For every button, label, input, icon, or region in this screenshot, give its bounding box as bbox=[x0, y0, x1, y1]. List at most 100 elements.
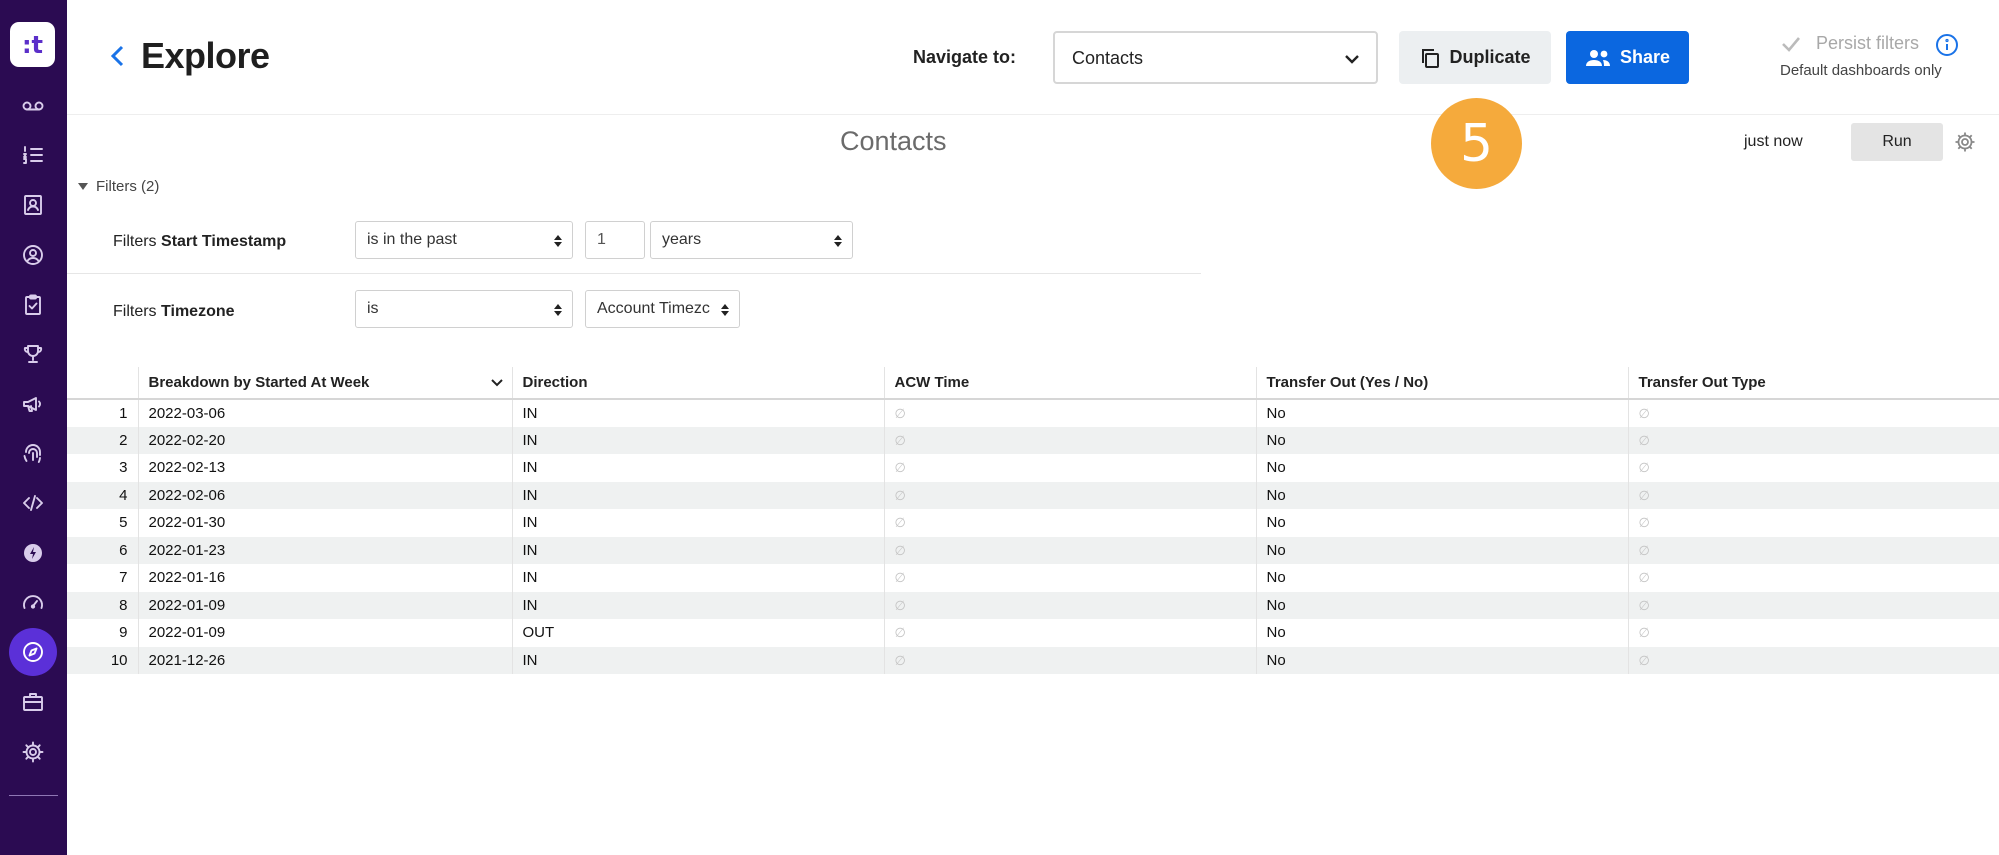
table-row[interactable]: 2 2022-02-20 IN ∅ No ∅ bbox=[67, 426, 1999, 454]
week-cell: 2022-01-09 bbox=[137, 619, 512, 647]
week-cell: 2022-01-16 bbox=[137, 564, 512, 592]
page-header: Explore Navigate to: Contacts Duplicate … bbox=[67, 0, 1999, 115]
chevron-down-icon[interactable] bbox=[490, 376, 504, 390]
transfer-out-type-cell: ∅ bbox=[1627, 619, 1999, 647]
filter-row-start-timestamp: Filters Start Timestamp is in the past 1… bbox=[67, 205, 1201, 274]
settings-gear-icon[interactable] bbox=[1953, 130, 1977, 154]
direction-cell-text: IN bbox=[522, 404, 538, 422]
copy-icon bbox=[1422, 48, 1440, 68]
transfer-out-type-cell: ∅ bbox=[1627, 454, 1999, 482]
select-arrows-icon bbox=[554, 304, 562, 316]
briefcase-icon[interactable] bbox=[14, 683, 52, 721]
compass-icon[interactable] bbox=[9, 628, 57, 676]
info-icon[interactable] bbox=[1935, 33, 1959, 57]
code-icon[interactable] bbox=[14, 484, 52, 522]
table-row[interactable]: 6 2022-01-23 IN ∅ No ∅ bbox=[67, 536, 1999, 564]
row-number-cell-text: 7 bbox=[119, 569, 128, 587]
select-arrows-icon bbox=[834, 235, 842, 247]
table-row[interactable]: 9 2022-01-09 OUT ∅ No ∅ bbox=[67, 619, 1999, 647]
lightning-icon[interactable] bbox=[14, 534, 52, 572]
filter-unit-select[interactable]: years bbox=[650, 221, 853, 259]
fingerprint-icon[interactable] bbox=[14, 435, 52, 473]
column-header-transfer-out-type[interactable]: Transfer Out Type bbox=[1627, 367, 1999, 400]
duplicate-button-label: Duplicate bbox=[1449, 47, 1531, 67]
navigate-select-value: Contacts bbox=[1072, 48, 1144, 68]
filter-label: Filters Timezone bbox=[113, 303, 235, 321]
user-circle-icon[interactable] bbox=[14, 236, 52, 274]
table-row[interactable]: 3 2022-02-13 IN ∅ No ∅ bbox=[67, 454, 1999, 482]
persist-filters-label: Persist filters bbox=[1816, 33, 1920, 53]
filter-prefix: Filters bbox=[113, 303, 157, 320]
direction-cell-text: IN bbox=[522, 431, 538, 449]
people-icon bbox=[1585, 49, 1610, 66]
filter-operator-select[interactable]: is bbox=[355, 290, 573, 328]
null-value: ∅ bbox=[1638, 625, 1650, 641]
column-header-week[interactable]: Breakdown by Started At Week bbox=[137, 367, 512, 400]
acw-time-cell: ∅ bbox=[883, 481, 1256, 509]
persist-filters-checkbox[interactable] bbox=[1780, 33, 1806, 55]
query-title: Contacts bbox=[840, 126, 947, 156]
run-button[interactable]: Run bbox=[1851, 123, 1943, 161]
null-value: ∅ bbox=[894, 542, 906, 558]
column-header-direction[interactable]: Direction bbox=[511, 367, 884, 400]
filter-operator-value: is bbox=[367, 300, 379, 317]
gear-icon[interactable] bbox=[14, 733, 52, 771]
navigate-select[interactable]: Contacts bbox=[1053, 31, 1378, 84]
table-row[interactable]: 1 2022-03-06 IN ∅ No ∅ bbox=[67, 399, 1999, 427]
week-cell-text: 2022-01-30 bbox=[148, 514, 226, 532]
duplicate-button[interactable]: Duplicate bbox=[1399, 31, 1551, 84]
week-cell-text: 2022-01-09 bbox=[148, 596, 226, 614]
navigate-label: Navigate to: bbox=[913, 47, 1017, 67]
filter-value-select[interactable]: Account Timezc bbox=[585, 290, 740, 328]
direction-cell-text: IN bbox=[522, 459, 538, 477]
clipboard-check-icon[interactable] bbox=[14, 286, 52, 324]
column-header-label: Breakdown by Started At Week bbox=[148, 374, 370, 391]
table-row[interactable]: 7 2022-01-16 IN ∅ No ∅ bbox=[67, 564, 1999, 592]
transfer-out-cell: No bbox=[1255, 399, 1628, 427]
null-value: ∅ bbox=[894, 570, 906, 586]
column-header-transfer-out[interactable]: Transfer Out (Yes / No) bbox=[1255, 367, 1628, 400]
last-run-time: just now bbox=[1744, 133, 1803, 150]
back-chevron-icon[interactable] bbox=[108, 41, 128, 71]
transfer-out-cell-text: No bbox=[1266, 541, 1286, 559]
app-logo[interactable]: :t bbox=[10, 22, 55, 67]
acw-time-cell: ∅ bbox=[883, 399, 1256, 427]
table-row[interactable]: 4 2022-02-06 IN ∅ No ∅ bbox=[67, 481, 1999, 509]
acw-time-cell: ∅ bbox=[883, 536, 1256, 564]
share-button[interactable]: Share bbox=[1566, 31, 1689, 84]
voicemail-icon[interactable] bbox=[14, 87, 52, 125]
column-header-acw-time[interactable]: ACW Time bbox=[883, 367, 1256, 400]
row-number-cell: 1 bbox=[67, 399, 138, 427]
transfer-out-cell-text: No bbox=[1266, 459, 1286, 477]
megaphone-icon[interactable] bbox=[14, 385, 52, 423]
trophy-icon[interactable] bbox=[14, 335, 52, 373]
table-row[interactable]: 10 2021-12-26 IN ∅ No ∅ bbox=[67, 646, 1999, 674]
direction-cell: IN bbox=[511, 564, 884, 592]
table-header-row: Breakdown by Started At Week Direction A… bbox=[67, 367, 1999, 400]
direction-cell: IN bbox=[511, 646, 884, 674]
null-value: ∅ bbox=[894, 405, 906, 421]
list-numbered-icon[interactable] bbox=[14, 136, 52, 174]
filter-number-input[interactable]: 1 bbox=[585, 221, 645, 259]
acw-time-cell: ∅ bbox=[883, 646, 1256, 674]
null-value: ∅ bbox=[1638, 487, 1650, 503]
contact-card-icon[interactable] bbox=[14, 186, 52, 224]
filter-field-name: Start Timestamp bbox=[161, 233, 287, 250]
row-number-cell: 5 bbox=[67, 509, 138, 537]
speedometer-icon[interactable] bbox=[14, 584, 52, 622]
table-row[interactable]: 5 2022-01-30 IN ∅ No ∅ bbox=[67, 509, 1999, 537]
table-row[interactable]: 8 2022-01-09 IN ∅ No ∅ bbox=[67, 591, 1999, 619]
null-value: ∅ bbox=[1638, 570, 1650, 586]
row-number-cell: 7 bbox=[67, 564, 138, 592]
direction-cell: IN bbox=[511, 399, 884, 427]
null-value: ∅ bbox=[894, 625, 906, 641]
direction-cell: IN bbox=[511, 454, 884, 482]
row-number-cell-text: 2 bbox=[119, 431, 128, 449]
direction-cell: IN bbox=[511, 509, 884, 537]
filter-operator-select[interactable]: is in the past bbox=[355, 221, 573, 259]
null-value: ∅ bbox=[894, 487, 906, 503]
null-value: ∅ bbox=[1638, 542, 1650, 558]
filters-toggle[interactable]: Filters (2) bbox=[78, 178, 159, 195]
week-cell: 2022-02-06 bbox=[137, 481, 512, 509]
week-cell: 2022-01-09 bbox=[137, 591, 512, 619]
